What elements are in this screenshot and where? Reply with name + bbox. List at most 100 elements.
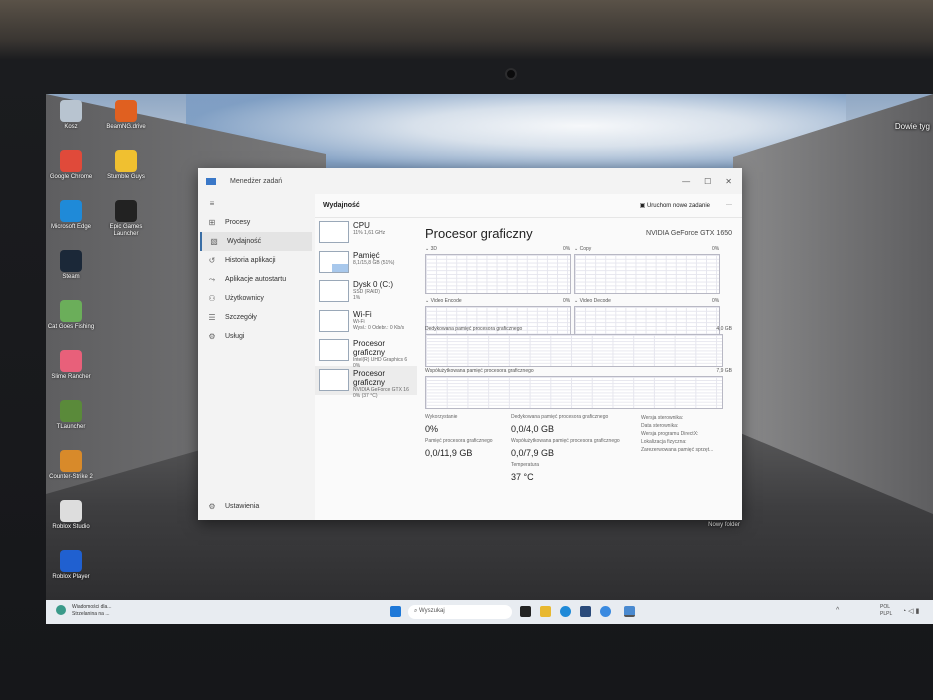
desktop-icon[interactable]: Google Chrome [46, 150, 99, 181]
desktop-icon-label: TLauncher [56, 424, 86, 430]
desktop-icon[interactable]: TLauncher [46, 400, 99, 431]
language-indicator[interactable]: POL PLPL [880, 604, 892, 618]
device-detail: Intel(R) UHD Graphics 6 [353, 357, 408, 363]
engine-name: 3D [430, 246, 437, 252]
news-title: Wiadomości dla... [72, 604, 112, 610]
news-widget[interactable]: Wiadomości dla... Strzelanina na ... [72, 604, 111, 618]
app-icon [60, 550, 82, 572]
close-button[interactable]: ✕ [725, 177, 732, 186]
taskbar: Wiadomości dla... Strzelanina na ... ⌕ Wy… [46, 600, 933, 624]
desktop-icon[interactable]: Roblox Player [46, 550, 99, 581]
desktop-icon[interactable]: Stumble Guys [98, 150, 154, 181]
desktop-icon[interactable]: Roblox Studio [46, 500, 99, 531]
engine-label[interactable]: ⌄ Copy [574, 246, 591, 252]
temperature-label: Temperatura [511, 462, 540, 468]
device-name: Procesor graficzny [353, 339, 386, 357]
settings-button[interactable]: ⚙ Ustawienia [200, 497, 310, 516]
edge-icon[interactable] [560, 606, 571, 617]
desktop-icon-label: Google Chrome [49, 174, 93, 180]
device-item[interactable]: Wi-Fi Wi-Fi Wysł.: 0 Odebr.: 0 Kb/s [315, 307, 417, 337]
history-icon: ↺ [208, 256, 216, 265]
dedicated-stat-value: 0,0/4,0 GB [511, 424, 555, 434]
task-view-icon[interactable] [520, 606, 531, 617]
desktop-icon[interactable]: Steam [46, 250, 99, 281]
shared-memory-max: 7,9 GB [716, 368, 732, 374]
device-item[interactable]: Procesor graficzny Intel(R) UHD Graphics … [315, 336, 417, 369]
app-icon [60, 100, 82, 122]
device-item[interactable]: CPU 11% 1,61 GHz [315, 218, 417, 248]
maximize-button[interactable]: ☐ [704, 177, 711, 186]
run-new-task-label: Uruchom nowe zadanie [646, 203, 710, 209]
gpu-memory-value: 0,0/11,9 GB [425, 448, 473, 458]
device-item[interactable]: Dysk 0 (C:) SSD (RAID) 1% [315, 277, 417, 307]
device-thumbnail-graph [319, 280, 349, 302]
sidebar-item-label: Usługi [225, 333, 245, 340]
engine-label[interactable]: ⌄ 3D [425, 246, 437, 252]
engine-graph [574, 254, 720, 294]
sidebar-item-2[interactable]: ↺ Historia aplikacji [200, 251, 312, 270]
device-thumbnail-graph [319, 250, 349, 273]
device-item[interactable]: Pamięć 8,1/15,8 GB (51%) [315, 248, 417, 278]
sidebar-item-1[interactable]: ▧ Wydajność [200, 232, 312, 251]
users-icon: ⚇ [208, 294, 216, 303]
sidebar-item-label: Wydajność [227, 238, 262, 245]
sidebar-item-3[interactable]: ⤳ Aplikacje autostartu [200, 270, 312, 289]
engine-percent: 0% [712, 246, 720, 252]
sidebar-item-label: Szczegóły [225, 314, 257, 321]
performance-pane: Wydajność ▣ Uruchom nowe zadanie ··· CPU… [315, 194, 742, 520]
dedicated-memory-label: Dedykowana pamięć procesora graficznego [425, 326, 523, 332]
tray-chevron-icon[interactable]: ^ [836, 607, 839, 614]
more-options-button[interactable]: ··· [726, 202, 732, 209]
run-new-task-button[interactable]: ▣ Uruchom nowe zadanie [640, 202, 710, 209]
desktop-icon[interactable]: Kosz [46, 100, 99, 131]
webcam [505, 68, 517, 80]
desktop-folder-label[interactable]: Nowy folder [696, 522, 752, 529]
gear-icon: ⚙ [208, 502, 216, 511]
desktop-icon[interactable]: BeamNG.drive [98, 100, 154, 131]
wifi-volume-battery-icon[interactable]: ◔ ◁ ▮ [902, 607, 919, 615]
desktop-label-right[interactable]: Dowie tyg [895, 122, 930, 132]
device-detail: NVIDIA GeForce GTX 16 [353, 386, 409, 393]
device-item[interactable]: Procesor graficzny NVIDIA GeForce GTX 16 0… [315, 365, 417, 399]
hamburger-menu-button[interactable]: ≡ [200, 194, 312, 213]
desktop-icon[interactable]: Microsoft Edge [46, 200, 99, 231]
chart-icon: ▧ [210, 237, 218, 246]
page-title: Wydajność [323, 202, 360, 209]
app-icon [60, 500, 82, 522]
title-bar: Menedżer zadań — ☐ ✕ [198, 168, 742, 194]
task-manager-taskbar-icon[interactable] [624, 606, 635, 617]
device-list: CPU 11% 1,61 GHz Pamięć 8,1/15,8 GB (51%) Dy… [315, 218, 417, 520]
device-thumbnail-graph [319, 309, 349, 332]
search-placeholder: Wyszukaj [419, 608, 445, 614]
engine-percent: 0% [563, 298, 571, 304]
store-icon[interactable] [580, 606, 591, 617]
desktop-icon[interactable]: Counter-Strike 2 [46, 450, 99, 481]
utilization-value: 0% [425, 424, 439, 434]
sidebar-item-0[interactable]: ⊞ Procesy [200, 213, 312, 232]
device-name: Pamięć [353, 250, 380, 260]
search-box[interactable]: ⌕ Wyszukaj [408, 605, 512, 619]
lang-code: POL [880, 604, 891, 610]
weather-news-icon [56, 605, 66, 615]
desktop-icon[interactable]: Cat Goes Fishing [46, 300, 99, 331]
sidebar-item-6[interactable]: ⚙ Usługi [200, 327, 312, 346]
sidebar-item-4[interactable]: ⚇ Użytkownicy [200, 289, 312, 308]
grid-icon: ⊞ [208, 218, 216, 227]
app-icon [60, 450, 82, 472]
start-button[interactable] [390, 606, 401, 617]
engine-graph [425, 254, 571, 294]
engine-label[interactable]: ⌄ Video Decode [574, 298, 611, 304]
desktop-icon[interactable]: Epic Games Launcher [98, 200, 154, 238]
app-icon[interactable] [600, 606, 611, 617]
gpu-info-label: Zarezerwowana pamięć sprzęt... [641, 447, 714, 453]
detail-title: Procesor graficzny [425, 226, 533, 241]
desktop-icon-label: Slime Rancher [51, 374, 91, 380]
file-explorer-icon[interactable] [540, 606, 551, 617]
desktop-icon-label: Kosz [64, 124, 78, 130]
sidebar-item-5[interactable]: ☰ Szczegóły [200, 308, 312, 327]
desktop-icon[interactable]: Slime Rancher [46, 350, 99, 381]
engine-label[interactable]: ⌄ Video Encode [425, 298, 462, 304]
app-icon [115, 100, 137, 122]
minimize-button[interactable]: — [682, 177, 690, 186]
engine-percent: 0% [712, 298, 720, 304]
